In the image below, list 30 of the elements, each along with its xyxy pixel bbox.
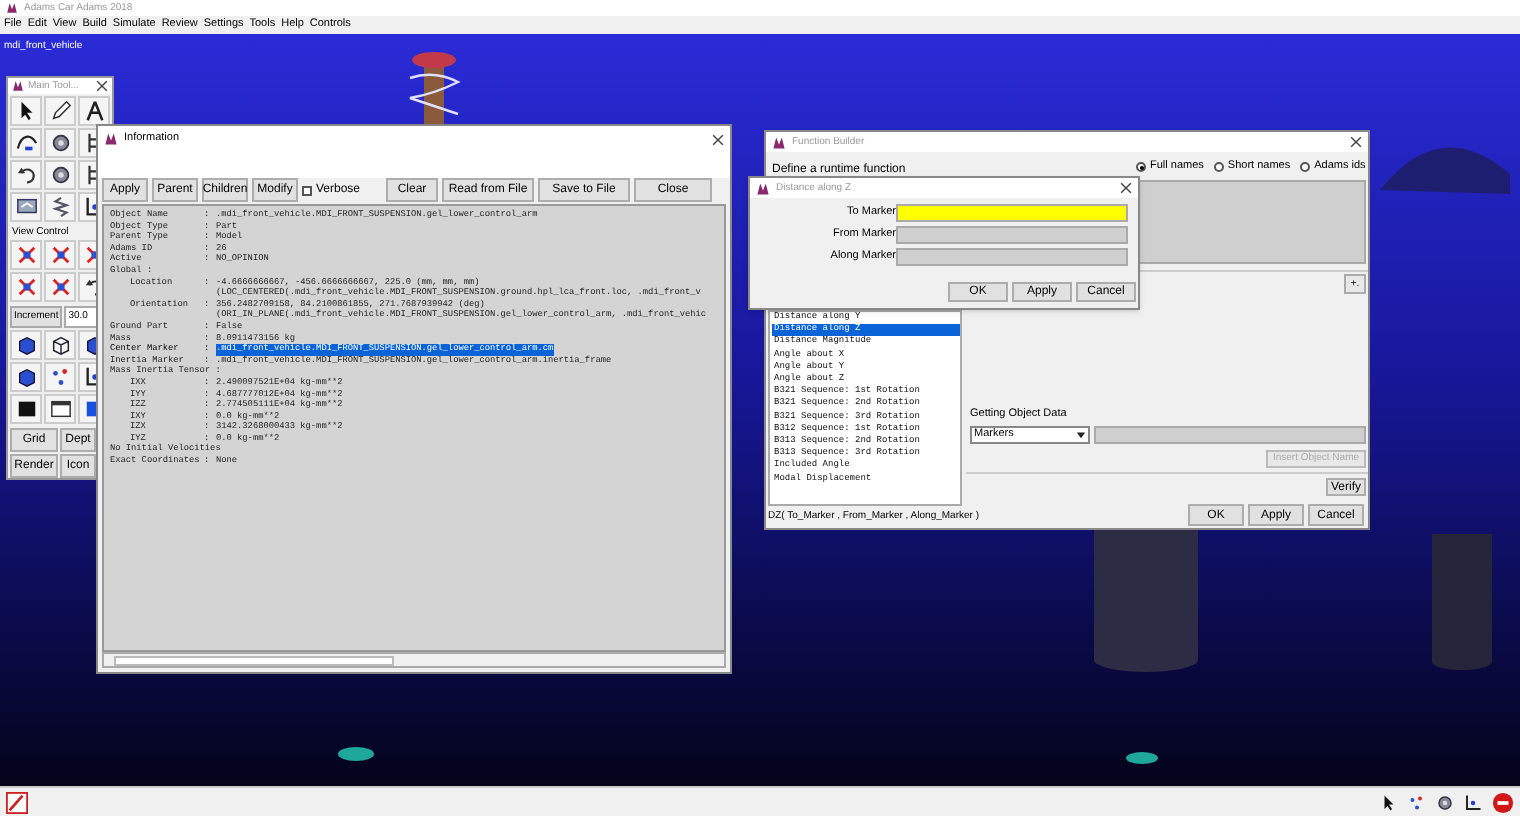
cursor-icon[interactable] [1380,793,1398,811]
axes-icon[interactable] [1464,793,1482,811]
app-icon [104,132,118,146]
disc-drawing [338,747,374,761]
cylinder-drawing [1432,534,1492,670]
radio-button[interactable] [1213,162,1224,173]
marker-field[interactable] [896,204,1128,222]
app-icon [772,135,786,149]
close-icon[interactable] [96,80,108,92]
stop-icon[interactable] [1492,791,1514,813]
app-icon [756,181,770,195]
caret-icon[interactable] [1076,430,1086,440]
checkbox[interactable] [302,185,312,195]
marker-field[interactable] [896,226,1128,244]
radio-button[interactable] [1136,162,1146,173]
marker-field[interactable] [896,248,1128,266]
disc-drawing [1126,752,1158,764]
function-list[interactable] [768,310,962,506]
close-icon[interactable] [712,133,724,145]
radio-button[interactable] [1300,162,1311,173]
close-icon[interactable] [1350,136,1362,148]
dots-icon[interactable] [1408,793,1426,811]
scrollbar[interactable] [102,652,726,668]
pencil-icon[interactable] [6,791,28,813]
gear-icon[interactable] [1436,793,1454,811]
dome-drawing [1380,147,1510,194]
object-name-field[interactable] [1094,426,1366,444]
app-icon [12,80,24,92]
cylinder-drawing [1094,530,1198,672]
close-icon[interactable] [1120,182,1132,194]
